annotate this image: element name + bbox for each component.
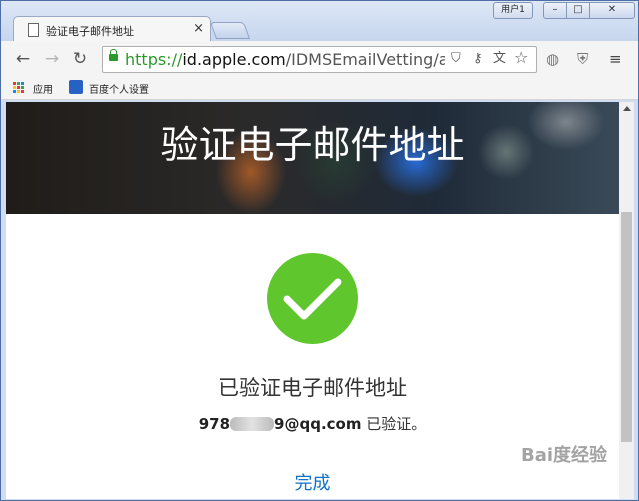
- forward-button[interactable]: →: [42, 49, 62, 69]
- shield-icon[interactable]: ⛉: [451, 51, 461, 67]
- done-link[interactable]: 完成: [6, 469, 619, 495]
- verified-email-text: 978 9@qq.com 已验证。: [198, 415, 427, 433]
- lock-icon: [109, 49, 118, 61]
- user-badge[interactable]: 用户1: [493, 2, 533, 19]
- bookmark-baidu-settings[interactable]: 百度个人设置: [89, 81, 149, 96]
- minimize-button[interactable]: –: [543, 2, 567, 19]
- maximize-button[interactable]: □: [566, 2, 590, 19]
- hero-banner: 验证电子邮件地址: [6, 102, 619, 214]
- page-title: 验证电子邮件地址: [160, 123, 465, 167]
- verified-heading: 已验证电子邮件地址: [218, 376, 407, 400]
- page-content: 验证电子邮件地址 已验证电子邮件地址 978 9@qq.com 已验证。 完成: [6, 102, 619, 499]
- scroll-up-icon[interactable]: [623, 106, 631, 111]
- translate-icon[interactable]: 文: [493, 51, 506, 67]
- menu-icon[interactable]: ≡: [609, 50, 622, 68]
- bookmarks-bar: 应用 🐾 百度个人设置: [1, 75, 638, 100]
- apps-grid-icon[interactable]: [13, 82, 24, 93]
- bookmark-apps[interactable]: 应用: [33, 81, 53, 96]
- browser-tab[interactable]: 验证电子邮件地址 ×: [13, 16, 211, 43]
- star-icon[interactable]: ☆: [514, 50, 528, 66]
- new-tab-button[interactable]: [209, 22, 251, 39]
- close-tab-icon[interactable]: ×: [193, 21, 204, 37]
- globe-icon[interactable]: ◍: [546, 50, 559, 68]
- url-text[interactable]: https://id.apple.com/IDMSEmailVetting/au…: [125, 50, 445, 69]
- checkmark-icon: [267, 253, 358, 344]
- baidu-paw-icon[interactable]: 🐾: [69, 80, 83, 94]
- watermark: Bai度经验: [521, 445, 608, 466]
- address-bar[interactable]: https://id.apple.com/IDMSEmailVetting/au…: [102, 46, 537, 73]
- close-window-button[interactable]: ✕: [589, 2, 635, 19]
- vertical-scrollbar[interactable]: [619, 102, 634, 499]
- extension-shield-icon[interactable]: ⛨: [577, 50, 588, 68]
- back-button[interactable]: ←: [13, 49, 33, 69]
- browser-window: 验证电子邮件地址 × 用户1 – □ ✕ ← → ↻ https://id.ap…: [0, 0, 639, 501]
- tab-title: 验证电子邮件地址: [46, 25, 134, 38]
- key-icon[interactable]: ⚷: [473, 51, 483, 67]
- title-bar: 验证电子邮件地址 × 用户1 – □ ✕: [1, 1, 638, 43]
- page-icon: [28, 23, 39, 37]
- toolbar: ← → ↻ https://id.apple.com/IDMSEmailVett…: [1, 41, 638, 75]
- redacted-blur: [230, 417, 275, 431]
- reload-button[interactable]: ↻: [70, 49, 90, 69]
- scroll-thumb[interactable]: [621, 212, 632, 442]
